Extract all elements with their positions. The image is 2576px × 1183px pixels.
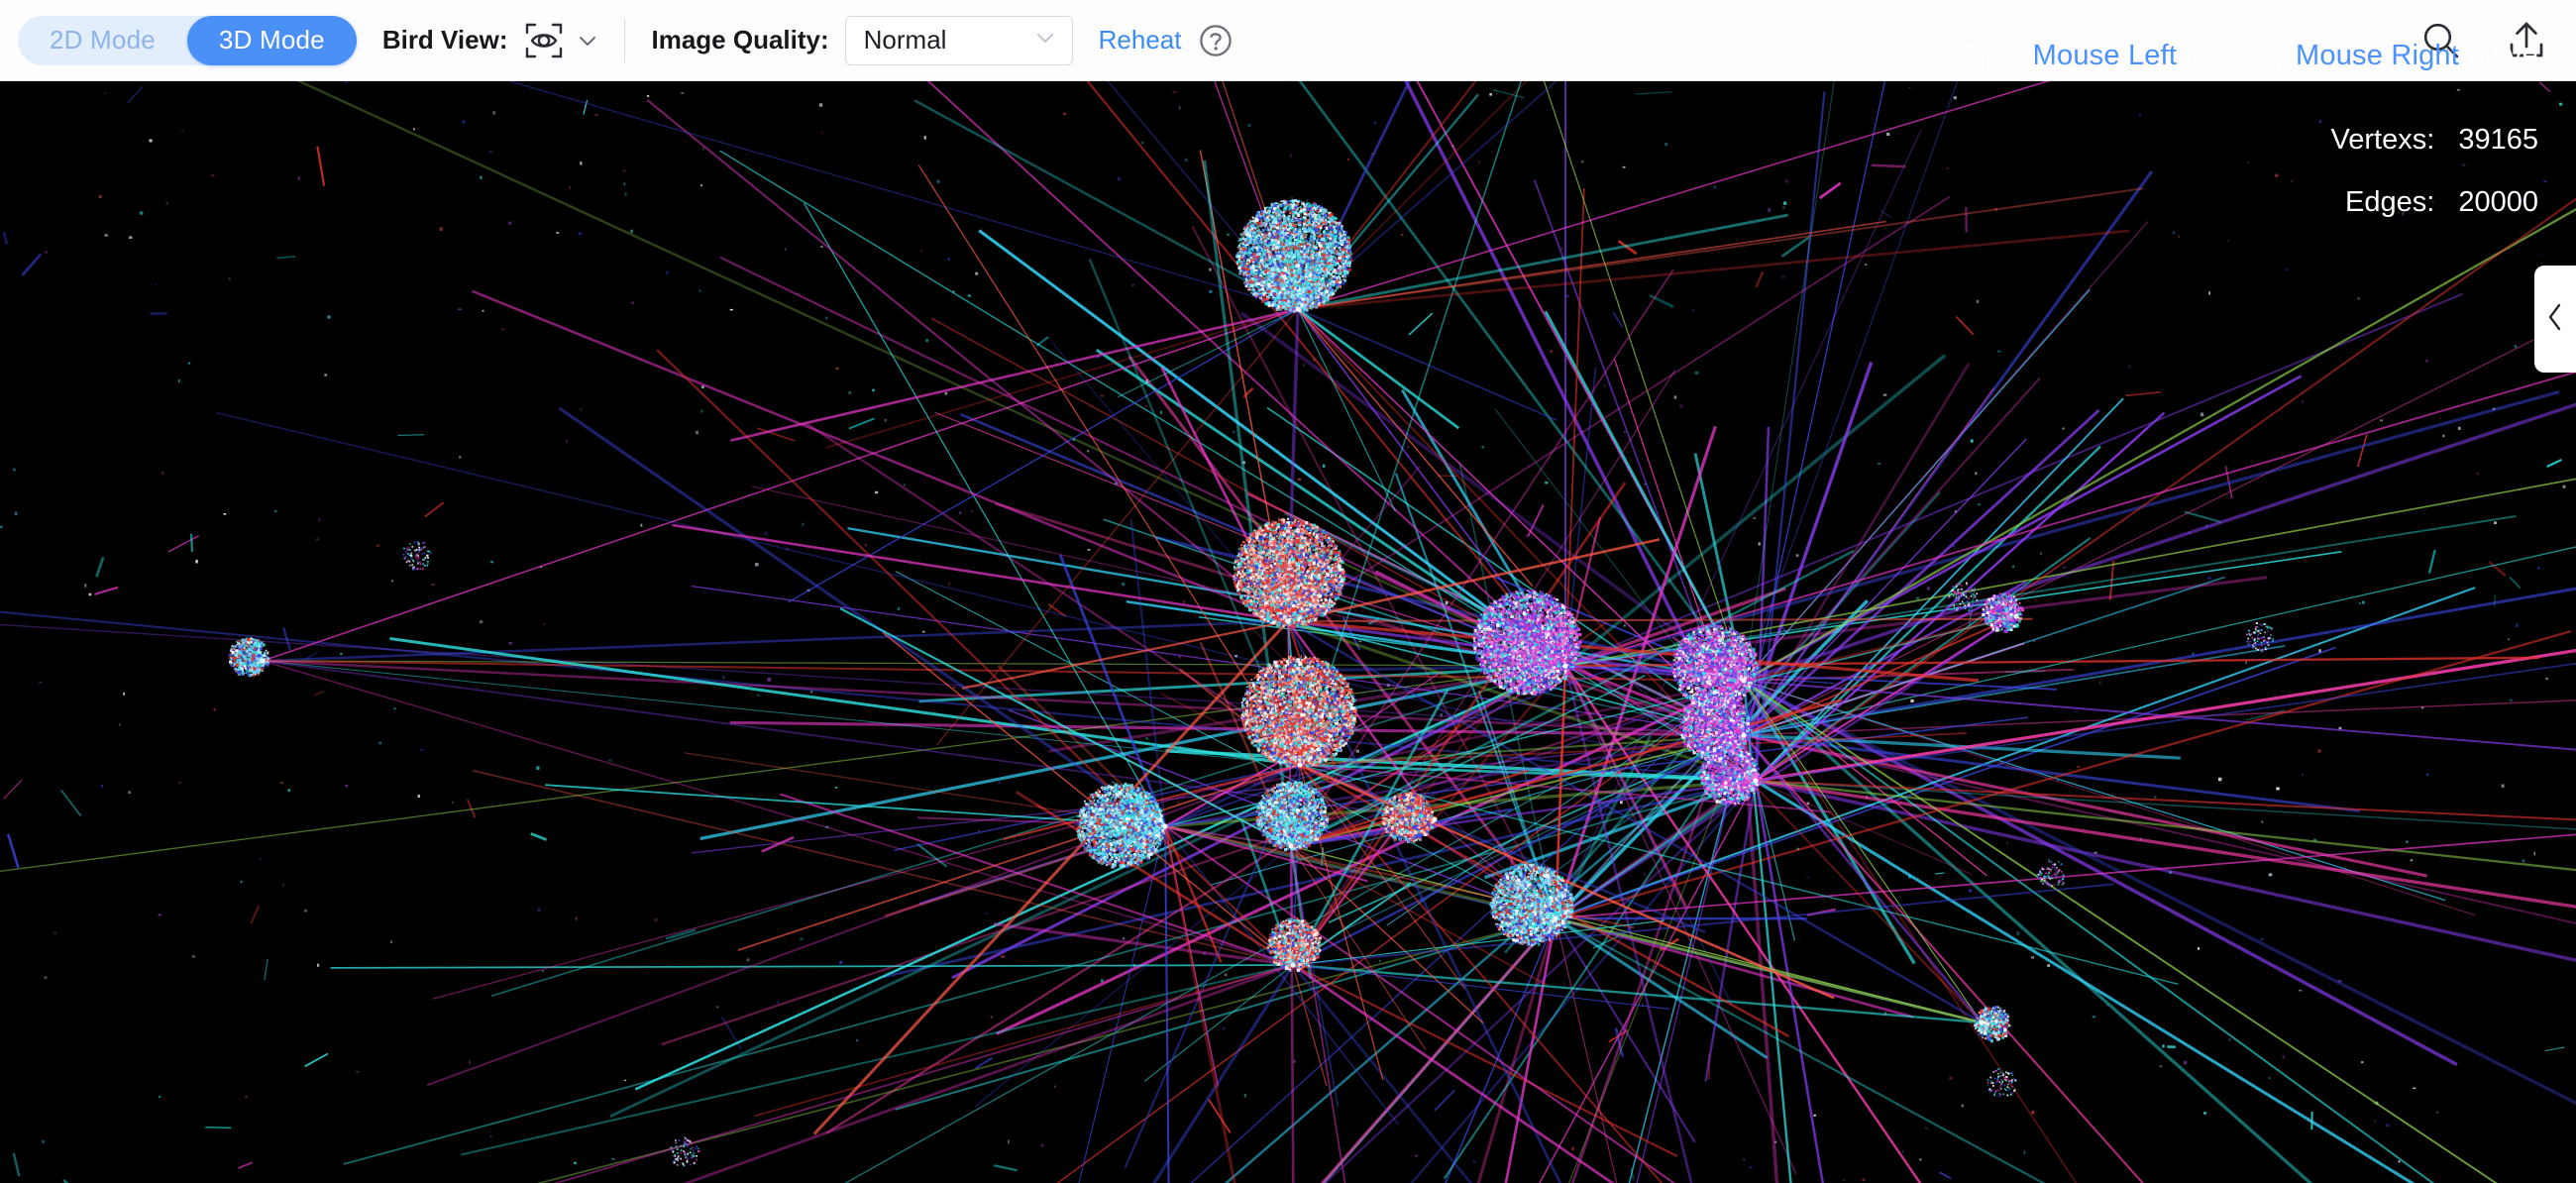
image-quality-label: Image Quality:: [651, 25, 828, 55]
graph-canvas[interactable]: [0, 81, 2576, 1183]
edges-stat: Edges: 20000: [2331, 186, 2539, 219]
edges-value: 20000: [2458, 186, 2538, 218]
image-quality-select[interactable]: Normal: [845, 16, 1073, 65]
right-drawer-toggle[interactable]: [2534, 266, 2576, 373]
tips-left-action: rotate: [2185, 40, 2259, 71]
tips-label: Tips:: [1963, 40, 2025, 71]
tips-separator: |: [2274, 40, 2282, 71]
app-root: 2D Mode 3D Mode Bird View:: [0, 0, 2576, 1183]
vertexs-stat: Vertexs: 39165: [2331, 124, 2539, 157]
vertexs-label: Vertexs:: [2331, 124, 2435, 156]
graph-stats-overlay: Vertexs: 39165 Edges: 20000: [2331, 94, 2539, 219]
tips-right-action: move: [2467, 40, 2538, 71]
bird-view-chevron-down-icon[interactable]: [577, 30, 598, 52]
tab-3d-mode[interactable]: 3D Mode: [187, 16, 357, 65]
graph-render: [0, 81, 2576, 1183]
image-quality-chevron-down-icon: [1032, 25, 1058, 55]
edges-label: Edges:: [2345, 186, 2434, 218]
question-circle-icon[interactable]: [1197, 22, 1234, 59]
tips-right-key: Mouse Right: [2296, 40, 2459, 71]
toolbar-divider: [624, 19, 625, 62]
reheat-button[interactable]: Reheat: [1099, 25, 1182, 55]
vertexs-value: 39165: [2458, 124, 2538, 156]
bird-view-control[interactable]: [523, 20, 598, 61]
tips-left-key: Mouse Left: [2033, 40, 2177, 71]
view-mode-switch[interactable]: 2D Mode 3D Mode: [18, 16, 357, 65]
tips-overlay: Tips: Mouse Left rotate | Mouse Right mo…: [1963, 40, 2538, 72]
eye-in-frame-icon[interactable]: [523, 20, 565, 61]
tab-2d-mode[interactable]: 2D Mode: [18, 16, 187, 65]
image-quality-value: Normal: [864, 25, 947, 55]
chevron-left-icon: [2542, 300, 2568, 339]
bird-view-label: Bird View:: [382, 25, 508, 55]
